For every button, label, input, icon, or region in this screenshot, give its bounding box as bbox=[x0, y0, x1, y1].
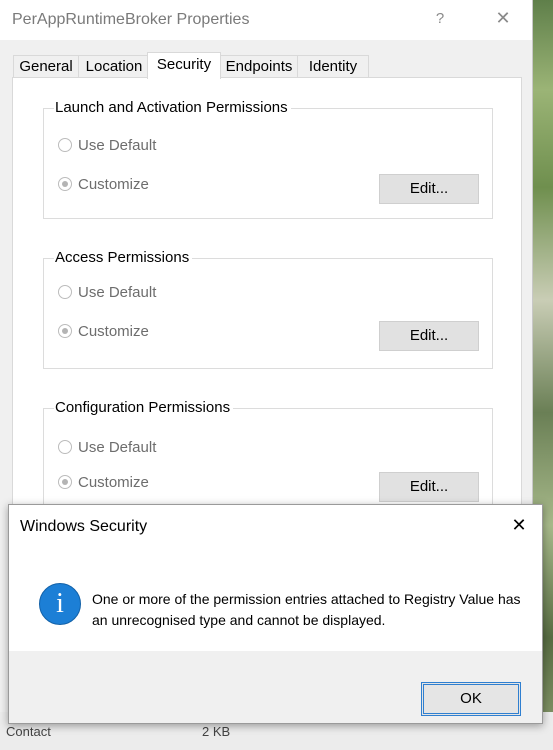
windows-security-dialog: Windows Security ✕ i One or more of the … bbox=[8, 504, 543, 724]
close-icon[interactable]: ✕ bbox=[509, 515, 529, 536]
message-text: One or more of the permission entries at… bbox=[92, 589, 522, 631]
group-title: Configuration Permissions bbox=[54, 399, 234, 416]
radio-button-icon[interactable] bbox=[58, 440, 72, 454]
radio-label: Customize bbox=[78, 323, 149, 340]
radio-label: Use Default bbox=[78, 137, 157, 154]
radio-button-selected-icon[interactable] bbox=[58, 324, 72, 338]
customize-radio[interactable]: Customize bbox=[58, 323, 149, 340]
tab-security[interactable]: Security bbox=[147, 52, 221, 79]
message-line: an unrecognised type and cannot be displ… bbox=[92, 612, 386, 628]
properties-title: PerAppRuntimeBroker Properties bbox=[12, 11, 250, 28]
properties-titlebar[interactable]: PerAppRuntimeBroker Properties ? ✕ bbox=[0, 0, 532, 40]
info-icon: i bbox=[39, 583, 81, 625]
help-button[interactable]: ? bbox=[430, 10, 450, 27]
message-line: One or more of the permission entries at… bbox=[92, 591, 521, 607]
group-title: Launch and Activation Permissions bbox=[54, 99, 291, 116]
tab-general[interactable]: General bbox=[13, 55, 79, 78]
radio-label: Customize bbox=[78, 474, 149, 491]
use-default-radio[interactable]: Use Default bbox=[58, 439, 156, 456]
background-text-name: Contact bbox=[6, 724, 51, 739]
launch-activation-group: Launch and Activation Permissions Use De… bbox=[43, 99, 493, 219]
radio-label: Customize bbox=[78, 176, 149, 193]
use-default-radio[interactable]: Use Default bbox=[58, 284, 156, 301]
radio-label: Use Default bbox=[78, 439, 157, 456]
radio-button-selected-icon[interactable] bbox=[58, 475, 72, 489]
tab-identity[interactable]: Identity bbox=[297, 55, 369, 78]
message-content-area: Windows Security ✕ i One or more of the … bbox=[9, 505, 542, 651]
tab-location[interactable]: Location bbox=[78, 55, 150, 78]
close-icon[interactable]: ✕ bbox=[492, 8, 514, 29]
customize-radio[interactable]: Customize bbox=[58, 474, 149, 491]
background-text-size: 2 KB bbox=[202, 724, 231, 739]
use-default-radio[interactable]: Use Default bbox=[58, 137, 156, 154]
radio-button-icon[interactable] bbox=[58, 138, 72, 152]
message-title: Windows Security bbox=[20, 518, 148, 535]
radio-button-icon[interactable] bbox=[58, 285, 72, 299]
tab-endpoints[interactable]: Endpoints bbox=[219, 55, 299, 78]
ok-button[interactable]: OK bbox=[421, 682, 521, 716]
radio-label: Use Default bbox=[78, 284, 157, 301]
group-title: Access Permissions bbox=[54, 249, 193, 266]
edit-configuration-button[interactable]: Edit... bbox=[379, 472, 479, 502]
radio-button-selected-icon[interactable] bbox=[58, 177, 72, 191]
edit-launch-button[interactable]: Edit... bbox=[379, 174, 479, 204]
edit-access-button[interactable]: Edit... bbox=[379, 321, 479, 351]
access-permissions-group: Access Permissions Use Default Customize… bbox=[43, 249, 493, 369]
customize-radio[interactable]: Customize bbox=[58, 176, 149, 193]
configuration-permissions-group: Configuration Permissions Use Default Cu… bbox=[43, 399, 493, 519]
